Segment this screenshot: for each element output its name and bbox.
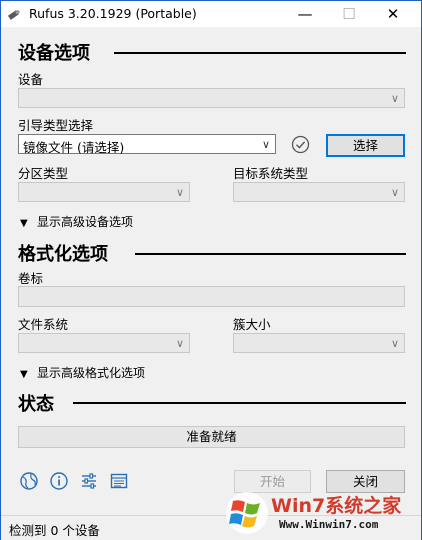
check-hash-icon[interactable]: [291, 135, 310, 154]
chevron-down-icon: ∨: [175, 186, 184, 199]
usb-drive-icon: [7, 9, 21, 20]
device-options-heading: 设备选项: [18, 43, 90, 64]
windows-logo-icon: [226, 492, 268, 534]
window-title: Rufus 3.20.1929 (Portable): [29, 6, 197, 21]
close-window-button[interactable]: ✕: [371, 1, 415, 27]
boot-selection-label: 引导类型选择: [18, 118, 94, 133]
volume-label-input[interactable]: [18, 286, 405, 307]
chevron-down-icon: ▼: [20, 218, 28, 229]
chevron-down-icon: ▼: [20, 369, 28, 380]
file-system-select[interactable]: ∨: [18, 333, 190, 353]
chevron-down-icon: ∨: [175, 337, 184, 350]
status-heading-divider: [73, 402, 406, 404]
file-system-label: 文件系统: [18, 317, 69, 332]
select-image-button[interactable]: 选择: [326, 134, 405, 157]
partition-scheme-select[interactable]: ∨: [18, 182, 190, 202]
globe-icon[interactable]: [19, 471, 39, 491]
advanced-format-label: 显示高级格式化选项: [37, 366, 146, 380]
chevron-down-icon: ∨: [390, 92, 399, 105]
target-system-label: 目标系统类型: [233, 166, 309, 181]
advanced-drive-label: 显示高级设备选项: [37, 215, 134, 229]
show-advanced-drive-options[interactable]: ▼ 显示高级设备选项: [20, 213, 133, 230]
partition-scheme-label: 分区类型: [18, 166, 69, 181]
watermark: Win7系统之家 Www.Winwin7.com: [223, 489, 419, 537]
minimize-button[interactable]: —: [283, 1, 327, 27]
chevron-down-icon: ∨: [261, 138, 270, 151]
volume-label-label: 卷标: [18, 271, 44, 286]
show-advanced-format-options[interactable]: ▼ 显示高级格式化选项: [20, 364, 145, 381]
rufus-window: Rufus 3.20.1929 (Portable) — ☐ ✕ 设备选项 设备…: [0, 0, 422, 540]
settings-sliders-icon[interactable]: [79, 471, 99, 491]
boot-selection-value: 镜像文件 (请选择): [23, 140, 125, 155]
format-heading-divider: [135, 253, 406, 255]
chevron-down-icon: ∨: [390, 186, 399, 199]
watermark-brand: Win7系统之家: [271, 495, 402, 517]
device-heading-divider: [114, 52, 406, 54]
status-heading: 状态: [18, 394, 54, 415]
title-bar[interactable]: Rufus 3.20.1929 (Portable) — ☐ ✕: [1, 1, 421, 27]
chevron-down-icon: ∨: [390, 337, 399, 350]
target-system-select[interactable]: ∨: [233, 182, 405, 202]
format-options-heading: 格式化选项: [18, 244, 108, 265]
boot-selection-select[interactable]: 镜像文件 (请选择) ∨: [18, 134, 276, 155]
device-count-status: 检测到 0 个设备: [9, 523, 100, 538]
status-progress-bar: 准备就绪: [18, 426, 405, 448]
cluster-size-label: 簇大小: [233, 317, 271, 332]
maximize-button[interactable]: ☐: [327, 1, 371, 27]
info-icon[interactable]: [49, 471, 69, 491]
cluster-size-select[interactable]: ∨: [233, 333, 405, 353]
log-icon[interactable]: [109, 471, 129, 491]
watermark-url: Www.Winwin7.com: [279, 518, 379, 531]
device-select[interactable]: ∨: [18, 88, 405, 108]
device-label: 设备: [18, 72, 44, 87]
